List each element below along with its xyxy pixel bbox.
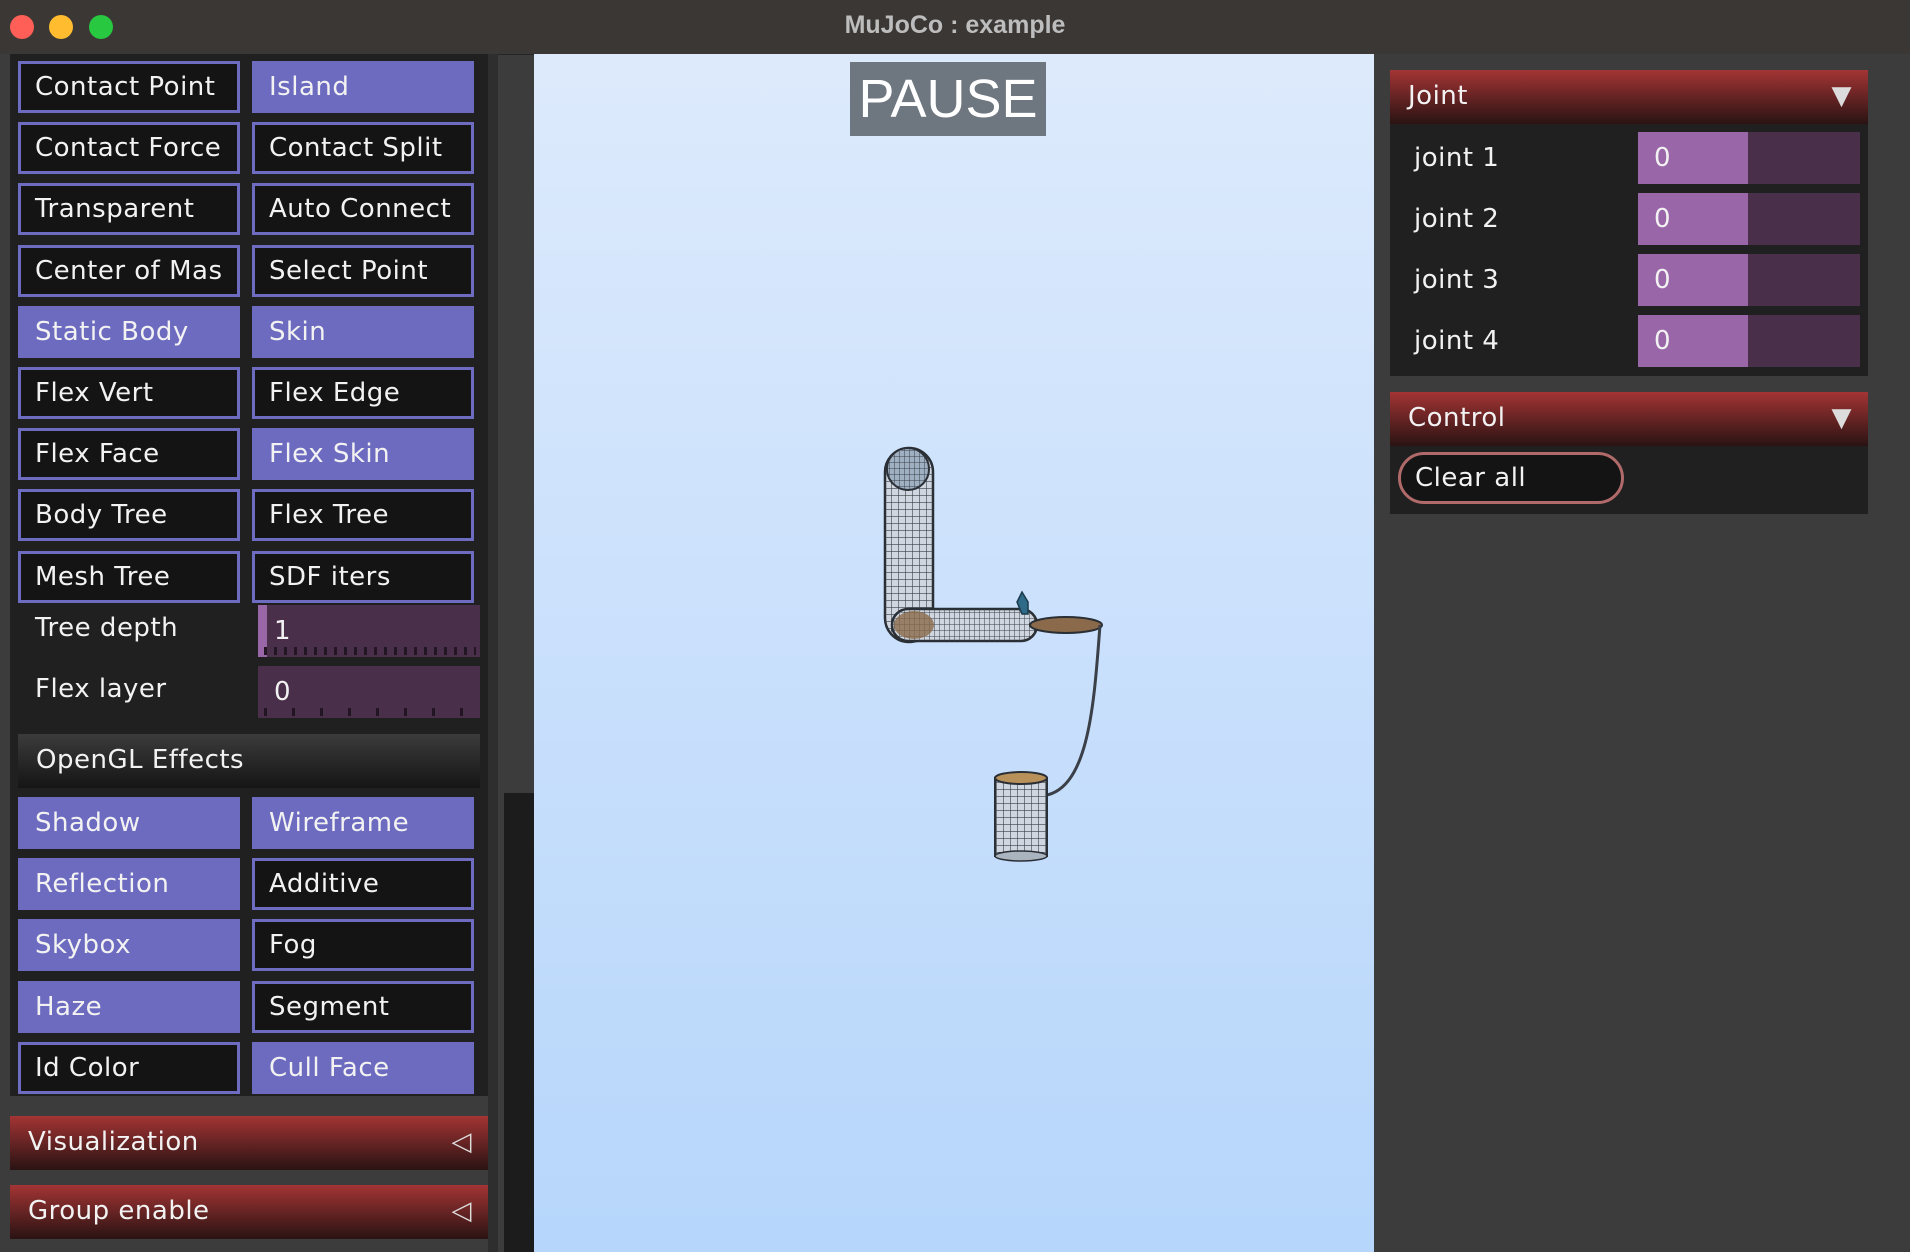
collapse-down-arrow-icon: ▼ — [1831, 81, 1852, 111]
static-body-toggle[interactable]: Static Body — [18, 305, 240, 358]
reflection-toggle[interactable]: Reflection — [18, 858, 240, 911]
additive-toggle[interactable]: Additive — [252, 858, 474, 911]
haze-toggle[interactable]: Haze — [18, 980, 240, 1033]
joint-2-value: 0 — [1654, 204, 1671, 234]
island-toggle[interactable]: Island — [252, 61, 474, 113]
window-title: MuJoCo : example — [844, 11, 1066, 39]
mesh-tree-toggle[interactable]: Mesh Tree — [18, 550, 240, 603]
select-point-toggle[interactable]: Select Point — [252, 244, 474, 297]
joint-section-label: Joint — [1408, 81, 1468, 111]
wireframe-toggle[interactable]: Wireframe — [252, 797, 474, 849]
contact-force-toggle[interactable]: Contact Force — [18, 122, 240, 175]
fog-toggle[interactable]: Fog — [252, 919, 474, 972]
tendon-cable — [1039, 624, 1102, 798]
center-of-mas-toggle[interactable]: Center of Mas — [18, 244, 240, 297]
opengl-effects-header: OpenGL Effects — [18, 734, 480, 788]
flex-face-toggle[interactable]: Flex Face — [18, 428, 240, 481]
left-panel-scroll-track[interactable] — [488, 54, 498, 1252]
joint-3-value: 0 — [1654, 265, 1671, 295]
flex-layer-slider[interactable]: 0 — [258, 666, 480, 718]
simulation-viewport[interactable]: PAUSE — [534, 54, 1374, 1252]
visualization-section-label: Visualization — [28, 1127, 199, 1157]
joint-3-label: joint 3 — [1414, 265, 1500, 295]
group-enable-section-label: Group enable — [28, 1196, 210, 1226]
joint-section-header[interactable]: Joint ▼ — [1390, 70, 1868, 124]
joint-1-value: 0 — [1654, 143, 1671, 173]
skin-toggle[interactable]: Skin — [252, 305, 474, 358]
transparent-toggle[interactable]: Transparent — [18, 183, 240, 236]
right-panel: Joint ▼ joint 1 0 joint 2 0 joint 3 0 jo… — [1374, 54, 1910, 1252]
collapse-left-arrow-icon: ◁ — [451, 1127, 472, 1157]
control-panel-area: Clear all — [1390, 392, 1868, 514]
flex-skin-toggle[interactable]: Flex Skin — [252, 428, 474, 481]
segment-toggle[interactable]: Segment — [252, 980, 474, 1033]
group-enable-section-header[interactable]: Group enable ◁ — [10, 1185, 488, 1239]
joint-4-slider[interactable]: 0 — [1638, 315, 1860, 367]
flex-layer-label: Flex layer — [35, 674, 167, 704]
clear-all-button[interactable]: Clear all — [1398, 452, 1624, 504]
flex-edge-toggle[interactable]: Flex Edge — [252, 367, 474, 419]
joint-4-label: joint 4 — [1414, 326, 1500, 356]
contact-split-toggle[interactable]: Contact Split — [252, 122, 474, 175]
tree-depth-label: Tree depth — [35, 613, 179, 643]
joint-1-slider[interactable]: 0 — [1638, 132, 1860, 184]
flex-tree-toggle[interactable]: Flex Tree — [252, 489, 474, 542]
joint-2-label: joint 2 — [1414, 204, 1500, 234]
body-tree-toggle[interactable]: Body Tree — [18, 489, 240, 542]
tree-depth-value: 1 — [274, 616, 291, 646]
joint-panel: joint 1 0 joint 2 0 joint 3 0 joint 4 0 — [1390, 124, 1868, 376]
title-bar: MuJoCo : example — [0, 0, 1910, 55]
cull-face-toggle[interactable]: Cull Face — [252, 1041, 474, 1094]
flex-vert-toggle[interactable]: Flex Vert — [18, 367, 240, 419]
shadow-toggle[interactable]: Shadow — [18, 797, 240, 849]
auto-connect-toggle[interactable]: Auto Connect — [252, 183, 474, 236]
visualization-section-header[interactable]: Visualization ◁ — [10, 1116, 488, 1170]
id-color-toggle[interactable]: Id Color — [18, 1041, 240, 1094]
flex-layer-value: 0 — [274, 677, 291, 707]
tree-depth-slider-ticks — [264, 647, 476, 655]
joint-3-slider[interactable]: 0 — [1638, 254, 1860, 306]
hanging-cylinder-geom — [994, 771, 1048, 862]
flex-layer-slider-ticks — [264, 708, 476, 716]
skybox-toggle[interactable]: Skybox — [18, 919, 240, 972]
joint-1-label: joint 1 — [1414, 143, 1500, 173]
contact-point-toggle[interactable]: Contact Point — [18, 61, 240, 113]
joint-2-slider[interactable]: 0 — [1638, 193, 1860, 245]
rendering-options-panel: Contact Point Island Contact Force Contact … — [10, 54, 488, 1096]
joint-4-value: 0 — [1654, 326, 1671, 356]
left-panel-scrollbar-thumb[interactable] — [504, 793, 534, 1252]
collapse-left-arrow-icon: ◁ — [451, 1196, 472, 1226]
left-panel: Contact Point Island Contact Force Contact … — [0, 54, 498, 1252]
pause-status-label: PAUSE — [850, 62, 1046, 136]
sdf-iters-toggle[interactable]: SDF iters — [252, 550, 474, 603]
tree-depth-slider[interactable]: 1 — [258, 605, 480, 657]
robot-scene — [883, 446, 1103, 862]
